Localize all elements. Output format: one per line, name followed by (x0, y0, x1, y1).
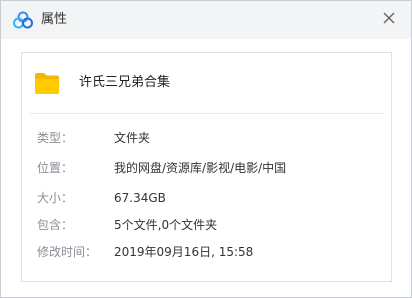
divider (30, 113, 383, 114)
property-label: 位置： (37, 161, 74, 175)
close-icon[interactable] (379, 8, 399, 28)
property-label: 修改时间： (37, 245, 98, 259)
property-label: 包含： (37, 218, 74, 232)
property-label: 类型： (37, 131, 74, 145)
item-name: 许氏三兄弟合集 (79, 75, 171, 90)
property-row-modified: 修改时间： 2019年09月16日, 15:58 (22, 242, 391, 262)
property-label: 大小： (37, 191, 74, 205)
property-row-size: 大小： 67.34GB (22, 188, 391, 208)
property-value: 2019年09月16日, 15:58 (114, 245, 254, 259)
folder-icon (35, 73, 59, 94)
dialog-title: 属性 (41, 12, 68, 27)
item-header: 许氏三兄弟合集 (22, 53, 391, 113)
property-row-contains: 包含： 5个文件,0个文件夹 (22, 215, 391, 235)
property-value: 67.34GB (114, 191, 166, 205)
properties-dialog: 属性 许氏三兄弟合集 类型： 文件夹 位置： 我的网盘/资源库/影视/电影/中国… (0, 0, 412, 298)
property-value: 文件夹 (114, 131, 151, 145)
baidu-netdisk-logo-icon (13, 11, 33, 29)
property-value: 5个文件,0个文件夹 (114, 218, 218, 232)
property-row-location: 位置： 我的网盘/资源库/影视/电影/中国 (22, 158, 391, 178)
title-bar: 属性 (1, 1, 411, 39)
properties-panel: 许氏三兄弟合集 类型： 文件夹 位置： 我的网盘/资源库/影视/电影/中国 大小… (21, 52, 392, 282)
property-row-type: 类型： 文件夹 (22, 128, 391, 148)
property-value: 我的网盘/资源库/影视/电影/中国 (114, 161, 287, 175)
